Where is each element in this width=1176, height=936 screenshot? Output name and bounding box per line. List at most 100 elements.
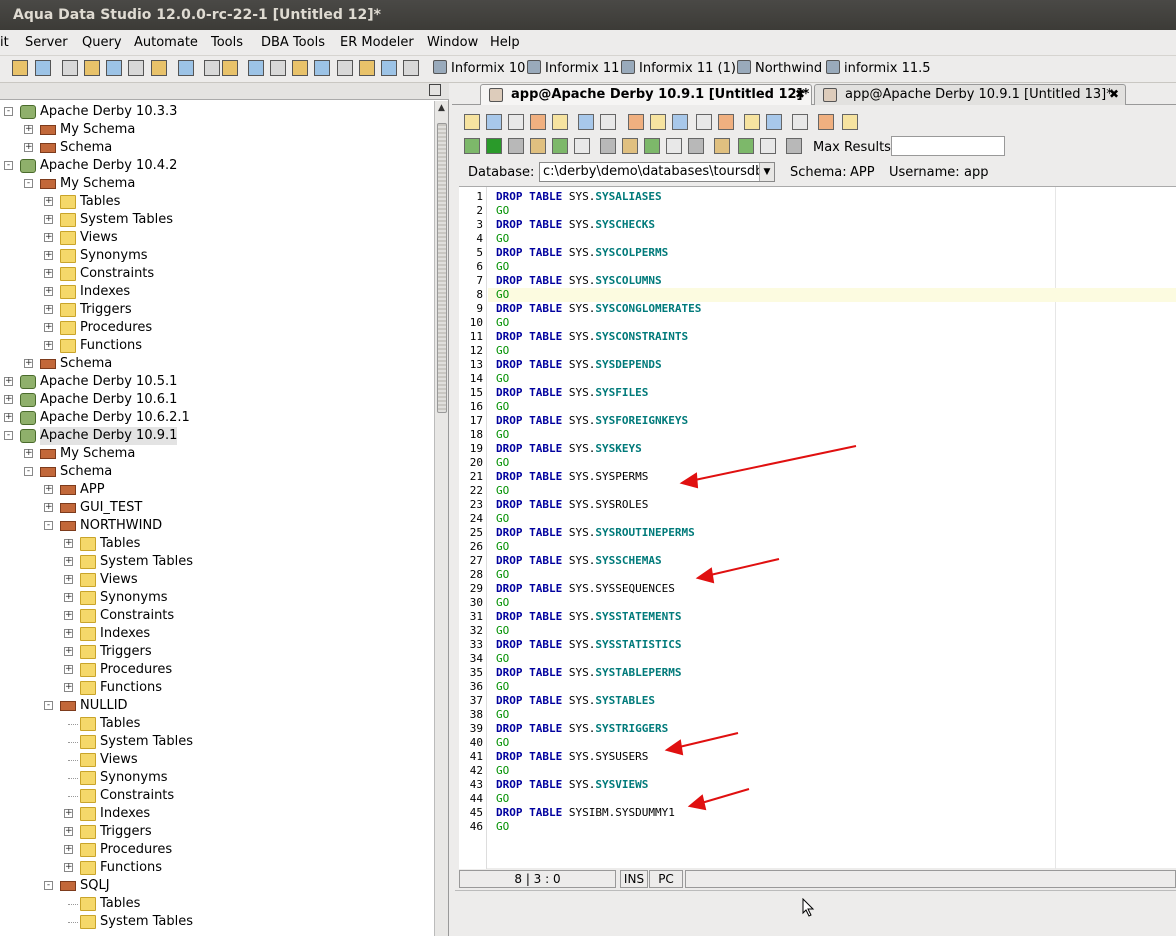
tree-node[interactable]: + My Schema (0, 445, 430, 463)
collapse-icon[interactable]: - (4, 431, 13, 440)
tree-node[interactable]: - Apache Derby 10.9.1 (0, 427, 430, 445)
code-line[interactable]: GO (496, 568, 509, 582)
tree-scrollbar[interactable]: ▲ (434, 101, 448, 936)
tree-node[interactable]: + Indexes (0, 625, 430, 643)
query-tool-icon[interactable] (818, 114, 834, 130)
query-tool-icon[interactable] (486, 114, 502, 130)
query-tool-icon[interactable] (766, 114, 782, 130)
query-tool-icon[interactable] (508, 138, 524, 154)
code-line[interactable]: DROP TABLE SYS.SYSCONGLOMERATES (496, 302, 701, 316)
toolbar-tool-icon[interactable] (84, 60, 100, 76)
menu-window[interactable]: Window (427, 35, 478, 50)
code-line[interactable]: GO (496, 428, 509, 442)
collapse-icon[interactable]: - (44, 881, 53, 890)
toolbar-tool-icon[interactable] (248, 60, 264, 76)
code-line[interactable]: DROP TABLE SYSIBM.SYSDUMMY1 (496, 806, 675, 820)
code-line[interactable]: DROP TABLE SYS.SYSCOLUMNS (496, 274, 662, 288)
tree-node[interactable]: + Indexes (0, 283, 430, 301)
code-line[interactable]: GO (496, 792, 509, 806)
query-tool-icon[interactable] (628, 114, 644, 130)
code-line[interactable]: DROP TABLE SYS.SYSKEYS (496, 442, 642, 456)
tree-node[interactable]: + Views (0, 229, 430, 247)
code-line[interactable]: GO (496, 680, 509, 694)
database-select[interactable]: c:\derby\demo\databases\toursdb ▼ (539, 162, 775, 182)
toolbar-tool-icon[interactable] (12, 60, 28, 76)
query-tool-icon[interactable] (600, 138, 616, 154)
menu-automate[interactable]: Automate (134, 35, 198, 50)
tree-node[interactable]: + Procedures (0, 661, 430, 679)
code-line[interactable]: DROP TABLE SYS.SYSVIEWS (496, 778, 648, 792)
query-tool-icon[interactable] (574, 138, 590, 154)
collapse-icon[interactable]: - (4, 161, 13, 170)
query-tool-icon[interactable] (650, 114, 666, 130)
expand-icon[interactable]: + (44, 251, 53, 260)
tree-node[interactable]: Tables (0, 715, 430, 733)
menu-help[interactable]: Help (490, 35, 520, 50)
tab-untitled-12[interactable]: app@Apache Derby 10.9.1 [Untitled 12]* ✖ (480, 84, 812, 105)
tree-node[interactable]: + APP (0, 481, 430, 499)
code-line[interactable]: DROP TABLE SYS.SYSUSERS (496, 750, 648, 764)
tree-node[interactable]: + Triggers (0, 823, 430, 841)
query-tool-icon[interactable] (738, 138, 754, 154)
expand-icon[interactable]: + (64, 575, 73, 584)
code-line[interactable]: DROP TABLE SYS.SYSCHECKS (496, 218, 655, 232)
tree-node[interactable]: + Synonyms (0, 589, 430, 607)
chevron-down-icon[interactable]: ▼ (759, 163, 774, 181)
connection-informix-11-5[interactable]: informix 11.5 (826, 60, 931, 76)
tree-node[interactable]: - My Schema (0, 175, 430, 193)
code-line[interactable]: DROP TABLE SYS.SYSFOREIGNKEYS (496, 414, 688, 428)
expand-icon[interactable]: + (64, 539, 73, 548)
tree-node[interactable]: Tables (0, 895, 430, 913)
code-line[interactable]: DROP TABLE SYS.SYSFILES (496, 386, 648, 400)
toolbar-tool-icon[interactable] (381, 60, 397, 76)
code-line[interactable]: DROP TABLE SYS.SYSROUTINEPERMS (496, 526, 695, 540)
expand-icon[interactable]: + (64, 845, 73, 854)
tree-node[interactable]: + Schema (0, 139, 430, 157)
expand-icon[interactable]: + (44, 485, 53, 494)
query-tool-icon[interactable] (622, 138, 638, 154)
restore-icon[interactable] (429, 84, 441, 96)
toolbar-tool-icon[interactable] (62, 60, 78, 76)
code-line[interactable]: DROP TABLE SYS.SYSSTATEMENTS (496, 610, 681, 624)
scrollbar-thumb[interactable] (437, 123, 447, 413)
tree-node[interactable]: - Schema (0, 463, 430, 481)
menu-query[interactable]: Query (82, 35, 122, 50)
code-line[interactable]: DROP TABLE SYS.SYSSCHEMAS (496, 554, 662, 568)
expand-icon[interactable]: + (44, 323, 53, 332)
menu-edit[interactable]: it (0, 35, 9, 50)
expand-icon[interactable]: + (44, 341, 53, 350)
toolbar-tool-icon[interactable] (151, 60, 167, 76)
connection-northwind[interactable]: Northwind (737, 60, 822, 76)
code-line[interactable]: GO (496, 764, 509, 778)
tree-node[interactable]: + Constraints (0, 265, 430, 283)
tree-node[interactable]: + Apache Derby 10.5.1 (0, 373, 430, 391)
code-line[interactable]: GO (496, 484, 509, 498)
code-line[interactable]: GO (496, 820, 509, 834)
code-line[interactable]: GO (496, 736, 509, 750)
tab-untitled-13[interactable]: app@Apache Derby 10.9.1 [Untitled 13]* ✖ (814, 84, 1126, 105)
query-tool-icon[interactable] (644, 138, 660, 154)
expand-icon[interactable]: + (64, 611, 73, 620)
tree-node[interactable]: Views (0, 751, 430, 769)
query-tool-icon[interactable] (486, 138, 502, 154)
toolbar-tool-icon[interactable] (270, 60, 286, 76)
tree-node[interactable]: + Tables (0, 193, 430, 211)
code-line[interactable]: GO (496, 624, 509, 638)
scroll-up-icon[interactable]: ▲ (436, 103, 447, 115)
close-icon[interactable]: ✖ (1109, 85, 1119, 104)
query-tool-icon[interactable] (530, 114, 546, 130)
toolbar-tool-icon[interactable] (178, 60, 194, 76)
tree-node[interactable]: + Procedures (0, 319, 430, 337)
expand-icon[interactable]: + (64, 863, 73, 872)
query-tool-icon[interactable] (552, 114, 568, 130)
code-line[interactable]: DROP TABLE SYS.SYSROLES (496, 498, 648, 512)
code-line[interactable]: GO (496, 316, 509, 330)
code-line[interactable]: DROP TABLE SYS.SYSALIASES (496, 190, 662, 204)
tree-node[interactable]: + Triggers (0, 643, 430, 661)
tree-node[interactable]: + Triggers (0, 301, 430, 319)
code-line[interactable]: GO (496, 260, 509, 274)
code-line[interactable]: GO (496, 400, 509, 414)
expand-icon[interactable]: + (64, 629, 73, 638)
expand-icon[interactable]: + (64, 557, 73, 566)
toolbar-tool-icon[interactable] (106, 60, 122, 76)
